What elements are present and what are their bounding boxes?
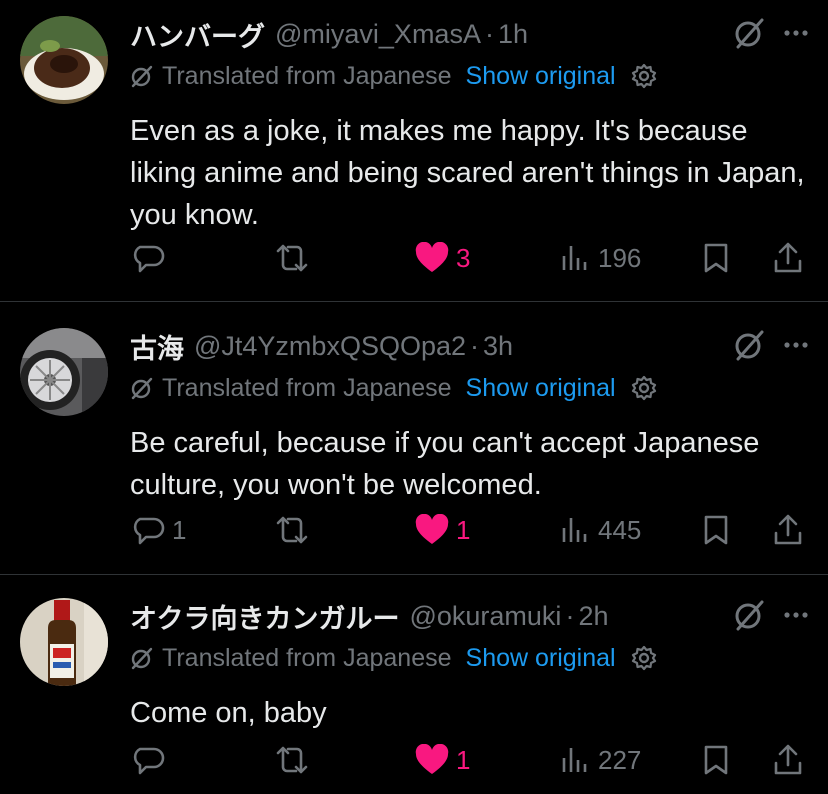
like-count: 1 bbox=[456, 744, 471, 775]
bookmark-icon bbox=[702, 514, 730, 546]
user-handle[interactable]: @okuramuki bbox=[409, 601, 561, 632]
like-icon bbox=[414, 514, 450, 546]
more-icon[interactable] bbox=[784, 29, 808, 37]
tweet-header: ハンバーグ @miyavi_XmasA · 1h bbox=[130, 14, 528, 54]
reply-icon bbox=[132, 513, 166, 547]
reply-icon bbox=[132, 743, 166, 777]
avatar[interactable] bbox=[20, 598, 108, 686]
views-button[interactable]: 196 bbox=[560, 238, 641, 278]
bookmark-icon bbox=[702, 744, 730, 776]
show-original-link[interactable]: Show original bbox=[466, 374, 616, 403]
tweet[interactable]: 古海 @Jt4YzmbxQSQOpa2 · 3h Translated from… bbox=[0, 326, 828, 566]
translation-bar: Translated from Japanese Show original bbox=[130, 640, 658, 676]
avatar[interactable] bbox=[20, 16, 108, 104]
views-button[interactable]: 227 bbox=[560, 740, 641, 780]
bookmark-button[interactable] bbox=[702, 238, 730, 278]
separator-dot: · bbox=[484, 18, 494, 49]
views-count: 196 bbox=[598, 242, 642, 273]
share-button[interactable] bbox=[772, 238, 804, 278]
translation-bar: Translated from Japanese Show original bbox=[130, 58, 658, 94]
translated-label: Translated from Japanese bbox=[162, 373, 452, 402]
tweet-text: Come on, baby bbox=[130, 697, 327, 729]
share-icon bbox=[772, 743, 804, 777]
share-button[interactable] bbox=[772, 510, 804, 550]
grok-icon[interactable] bbox=[732, 328, 766, 362]
reply-icon bbox=[132, 241, 166, 275]
reply-count: 1 bbox=[172, 514, 187, 545]
display-name[interactable]: オクラ向きカンガルー bbox=[130, 597, 399, 636]
translated-label: Translated from Japanese bbox=[162, 61, 452, 90]
tweet[interactable]: オクラ向きカンガルー @okuramuki · 2h Translated fr… bbox=[0, 596, 828, 794]
tweet-header: オクラ向きカンガルー @okuramuki · 2h bbox=[130, 596, 608, 636]
tweet[interactable]: ハンバーグ @miyavi_XmasA · 1h Translated from… bbox=[0, 14, 828, 284]
tweet-actions: 1 1 445 bbox=[0, 510, 828, 550]
reply-button[interactable] bbox=[132, 238, 172, 278]
views-icon bbox=[560, 744, 592, 776]
separator-dot: · bbox=[470, 330, 480, 361]
show-original-link[interactable]: Show original bbox=[466, 644, 616, 673]
tweet-header-icons bbox=[732, 598, 808, 632]
views-count: 227 bbox=[598, 744, 642, 775]
retweet-button[interactable] bbox=[272, 510, 312, 550]
tweet-text: Be careful, because if you can't accept … bbox=[130, 427, 760, 501]
retweet-icon bbox=[272, 513, 312, 547]
avatar[interactable] bbox=[20, 328, 108, 416]
share-button[interactable] bbox=[772, 740, 804, 780]
views-icon bbox=[560, 242, 592, 274]
timestamp[interactable]: 1h bbox=[498, 19, 528, 50]
like-count: 1 bbox=[456, 514, 471, 545]
like-button[interactable]: 1 bbox=[414, 740, 470, 780]
translate-icon bbox=[130, 64, 154, 88]
retweet-button[interactable] bbox=[272, 740, 312, 780]
translate-icon bbox=[130, 646, 154, 670]
like-button[interactable]: 1 bbox=[414, 510, 470, 550]
tweet-header-icons bbox=[732, 328, 808, 362]
bookmark-icon bbox=[702, 242, 730, 274]
translation-bar: Translated from Japanese Show original bbox=[130, 370, 658, 406]
more-icon[interactable] bbox=[784, 341, 808, 349]
user-handle[interactable]: @miyavi_XmasA bbox=[275, 19, 481, 50]
views-icon bbox=[560, 514, 592, 546]
tweet-actions: 1 227 bbox=[0, 740, 828, 780]
tweet-text: Even as a joke, it makes me happy. It's … bbox=[130, 115, 805, 231]
like-icon bbox=[414, 242, 450, 274]
like-count: 3 bbox=[456, 242, 471, 273]
separator-dot: · bbox=[565, 600, 575, 631]
bookmark-button[interactable] bbox=[702, 510, 730, 550]
settings-icon[interactable] bbox=[630, 374, 658, 402]
user-handle[interactable]: @Jt4YzmbxQSQOpa2 bbox=[194, 331, 466, 362]
retweet-icon bbox=[272, 241, 312, 275]
share-icon bbox=[772, 241, 804, 275]
like-button[interactable]: 3 bbox=[414, 238, 470, 278]
grok-icon[interactable] bbox=[732, 598, 766, 632]
tweet-actions: 3 196 bbox=[0, 238, 828, 278]
views-button[interactable]: 445 bbox=[560, 510, 641, 550]
settings-icon[interactable] bbox=[630, 62, 658, 90]
share-icon bbox=[772, 513, 804, 547]
tweet-divider bbox=[0, 301, 828, 302]
reply-button[interactable]: 1 bbox=[132, 510, 186, 550]
views-count: 445 bbox=[598, 514, 642, 545]
tweet-divider bbox=[0, 574, 828, 575]
display-name[interactable]: ハンバーグ bbox=[130, 15, 265, 54]
retweet-icon bbox=[272, 743, 312, 777]
timestamp[interactable]: 3h bbox=[483, 331, 513, 362]
bookmark-button[interactable] bbox=[702, 740, 730, 780]
timestamp[interactable]: 2h bbox=[578, 601, 608, 632]
retweet-button[interactable] bbox=[272, 238, 312, 278]
tweet-header-icons bbox=[732, 16, 808, 50]
grok-icon[interactable] bbox=[732, 16, 766, 50]
reply-button[interactable] bbox=[132, 740, 172, 780]
more-icon[interactable] bbox=[784, 611, 808, 619]
translate-icon bbox=[130, 376, 154, 400]
show-original-link[interactable]: Show original bbox=[466, 62, 616, 91]
settings-icon[interactable] bbox=[630, 644, 658, 672]
like-icon bbox=[414, 744, 450, 776]
display-name[interactable]: 古海 bbox=[130, 327, 184, 366]
translated-label: Translated from Japanese bbox=[162, 643, 452, 672]
tweet-header: 古海 @Jt4YzmbxQSQOpa2 · 3h bbox=[130, 326, 513, 366]
